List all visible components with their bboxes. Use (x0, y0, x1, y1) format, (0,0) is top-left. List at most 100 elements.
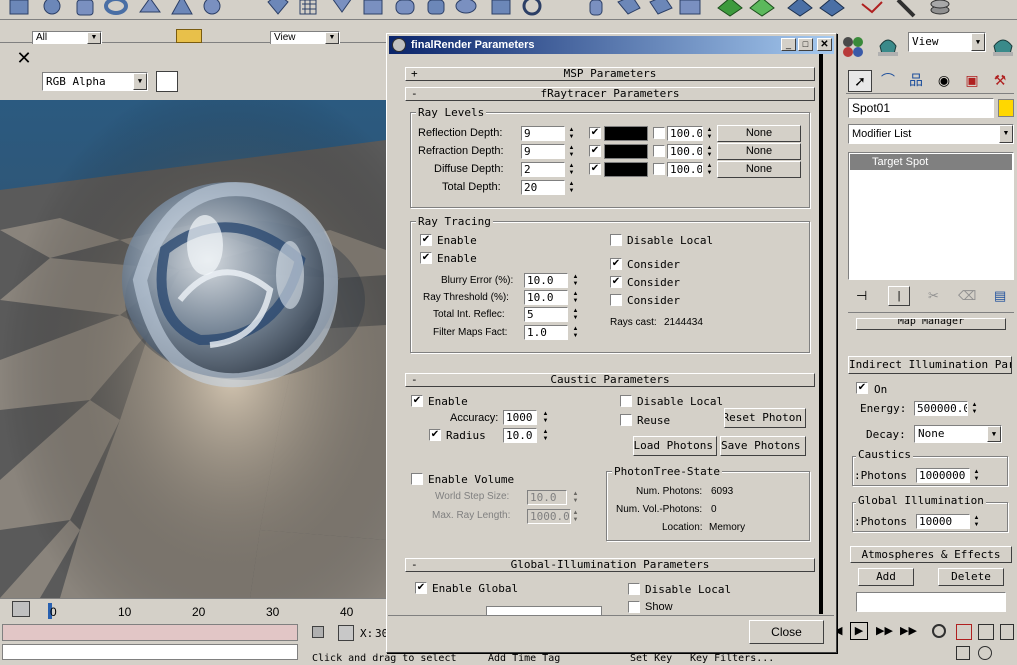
maximize-button[interactable]: □ (798, 38, 813, 51)
diffuse-depth-input[interactable]: 2 (521, 162, 565, 177)
select-icon[interactable] (176, 29, 202, 43)
energy-spinner[interactable]: ▲ ▼ (970, 401, 979, 416)
gi-photons-input[interactable]: 10000 (916, 514, 970, 529)
caustic-rollout-header[interactable]: - Caustic Parameters (405, 373, 815, 387)
diffuse-depth-spinner[interactable]: ▲ ▼ (567, 162, 576, 177)
lock-icon[interactable] (312, 626, 324, 638)
raytrace-enable-checkbox-2[interactable]: ✔ (420, 252, 432, 264)
total-depth-input[interactable]: 20 (521, 180, 565, 195)
maxscript-listener[interactable] (2, 624, 298, 641)
color-swatch[interactable] (156, 71, 178, 92)
caustic-radius-checkbox[interactable]: ✔ (429, 429, 441, 441)
arc-rotate-icon[interactable] (978, 646, 992, 660)
raytrace-disable-local-checkbox[interactable] (610, 234, 622, 246)
save-photons-button[interactable]: Save Photons (720, 436, 806, 456)
pin-stack-icon[interactable]: ⊣ (856, 288, 867, 304)
caustic-disable-local-checkbox[interactable] (620, 395, 632, 407)
primitive-icons[interactable] (9, 0, 701, 16)
create-tab-icon[interactable]: ➚ (848, 70, 872, 92)
reset-photon-button[interactable]: Reset Photon (724, 408, 806, 428)
modify-tab-icon[interactable]: ⌒ (876, 70, 900, 92)
reflection-color-swatch[interactable] (604, 126, 648, 141)
go-to-end-icon[interactable]: ▶▶ (900, 624, 917, 637)
refraction-percent-spinner[interactable]: ▲ ▼ (705, 144, 714, 159)
zoom-extents-all-icon[interactable] (1000, 624, 1014, 640)
quick-render-icon[interactable] (990, 34, 1016, 58)
gi-rollout-header[interactable]: - Global-Illumination Parameters (405, 558, 815, 572)
make-unique-icon[interactable]: ✂ (928, 288, 939, 304)
caustic-radius-input[interactable]: 10.0 (503, 428, 537, 443)
reference-coord-dropdown[interactable]: View ▼ (270, 31, 340, 45)
total-int-reflec-input[interactable]: 5 (524, 307, 568, 322)
display-tab-icon[interactable]: ▣ (960, 70, 984, 92)
ray-threshold-spinner[interactable]: ▲ ▼ (571, 290, 580, 305)
map-manager-button[interactable]: Map Manager (856, 318, 1006, 330)
caustics-photons-spinner[interactable]: ▲ ▼ (972, 468, 981, 483)
consider-checkbox-1[interactable]: ✔ (610, 258, 622, 270)
pan-icon[interactable] (956, 646, 970, 660)
raytrace-enable-checkbox-1[interactable]: ✔ (420, 234, 432, 246)
configure-sets-icon[interactable]: ▤ (994, 288, 1006, 304)
caustic-accuracy-input[interactable]: 1000 (503, 410, 537, 425)
indirect-rollout-title[interactable]: Indirect Illumination Par (848, 356, 1012, 374)
fraytracer-rollout-header[interactable]: - fRaytracer Parameters (405, 87, 815, 101)
zoom-all-icon[interactable] (956, 624, 972, 640)
time-config-icon[interactable] (12, 601, 30, 617)
reflection-map-checkbox[interactable] (653, 127, 665, 139)
diffuse-map-checkbox[interactable] (653, 163, 665, 175)
msp-rollout-header[interactable]: + MSP Parameters (405, 67, 815, 81)
total-depth-spinner[interactable]: ▲ ▼ (567, 180, 576, 195)
minimize-button[interactable]: _ (781, 38, 796, 51)
hierarchy-tab-icon[interactable]: 品 (904, 70, 928, 92)
refraction-depth-input[interactable]: 9 (521, 144, 565, 159)
filter-maps-input[interactable]: 1.0 (524, 325, 568, 340)
caustics-photons-input[interactable]: 1000000 (916, 468, 970, 483)
gi-show-checkbox[interactable] (628, 601, 640, 613)
diffuse-enable-checkbox[interactable]: ✔ (589, 163, 601, 175)
play-icon[interactable]: ▶ (850, 622, 868, 640)
gi-disable-local-checkbox[interactable] (628, 583, 640, 595)
diffuse-map-button[interactable]: None (717, 161, 801, 178)
render-type-dropdown[interactable]: View ▼ (908, 32, 986, 52)
refraction-percent-input[interactable]: 100.0 (667, 144, 703, 159)
modifier-stack[interactable]: Target Spot (848, 152, 1014, 280)
consider-checkbox-2[interactable]: ✔ (610, 276, 622, 288)
modifier-list-dropdown[interactable]: Modifier List ▼ (848, 124, 1014, 144)
utilities-tab-icon[interactable]: ⚒ (988, 70, 1012, 92)
load-photons-button[interactable]: Load Photons (633, 436, 717, 456)
blurry-error-input[interactable]: 10.0 (524, 273, 568, 288)
remove-modifier-icon[interactable]: ⌫ (958, 288, 976, 304)
material-editor-icon[interactable] (842, 36, 864, 58)
total-int-reflec-spinner[interactable]: ▲ ▼ (571, 307, 580, 322)
dialog-titlebar[interactable]: finalRender Parameters _ □ ✕ (389, 36, 834, 54)
add-atmosphere-button[interactable]: Add (858, 568, 914, 586)
caustic-accuracy-spinner[interactable]: ▲ ▼ (541, 410, 550, 425)
stack-item[interactable]: Target Spot (850, 154, 1012, 170)
channel-dropdown[interactable]: RGB Alpha ▼ (42, 72, 148, 91)
absolute-mode-icon[interactable] (338, 625, 354, 641)
nurbs-icons[interactable] (717, 0, 950, 18)
diffuse-color-swatch[interactable] (604, 162, 648, 177)
atmospheres-rollout-title[interactable]: Atmospheres & Effects (850, 546, 1012, 563)
diffuse-percent-input[interactable]: 100.0 (667, 162, 703, 177)
selection-filter-dropdown[interactable]: All ▼ (32, 31, 102, 45)
close-dialog-icon[interactable]: ✕ (817, 38, 832, 51)
reflection-enable-checkbox[interactable]: ✔ (589, 127, 601, 139)
enable-volume-checkbox[interactable] (411, 473, 423, 485)
energy-input[interactable]: 500000.0 (914, 401, 968, 416)
diffuse-percent-spinner[interactable]: ▲ ▼ (705, 162, 714, 177)
refraction-map-checkbox[interactable] (653, 145, 665, 157)
timeline[interactable]: 0 10 20 30 40 (0, 598, 386, 621)
zoom-icon[interactable] (932, 624, 946, 638)
close-viewport-icon[interactable]: ✕ (14, 48, 34, 68)
refraction-enable-checkbox[interactable]: ✔ (589, 145, 601, 157)
show-end-result-icon[interactable]: | (888, 286, 910, 306)
rendered-viewport[interactable] (0, 100, 386, 598)
refraction-map-button[interactable]: None (717, 143, 801, 160)
object-name-field[interactable]: Spot01 (848, 98, 994, 118)
next-frame-icon[interactable]: ▶▶ (876, 624, 893, 637)
ray-threshold-input[interactable]: 10.0 (524, 290, 568, 305)
decay-dropdown[interactable]: None ▼ (914, 425, 1002, 443)
caustic-enable-checkbox[interactable]: ✔ (411, 395, 423, 407)
refraction-color-swatch[interactable] (604, 144, 648, 159)
